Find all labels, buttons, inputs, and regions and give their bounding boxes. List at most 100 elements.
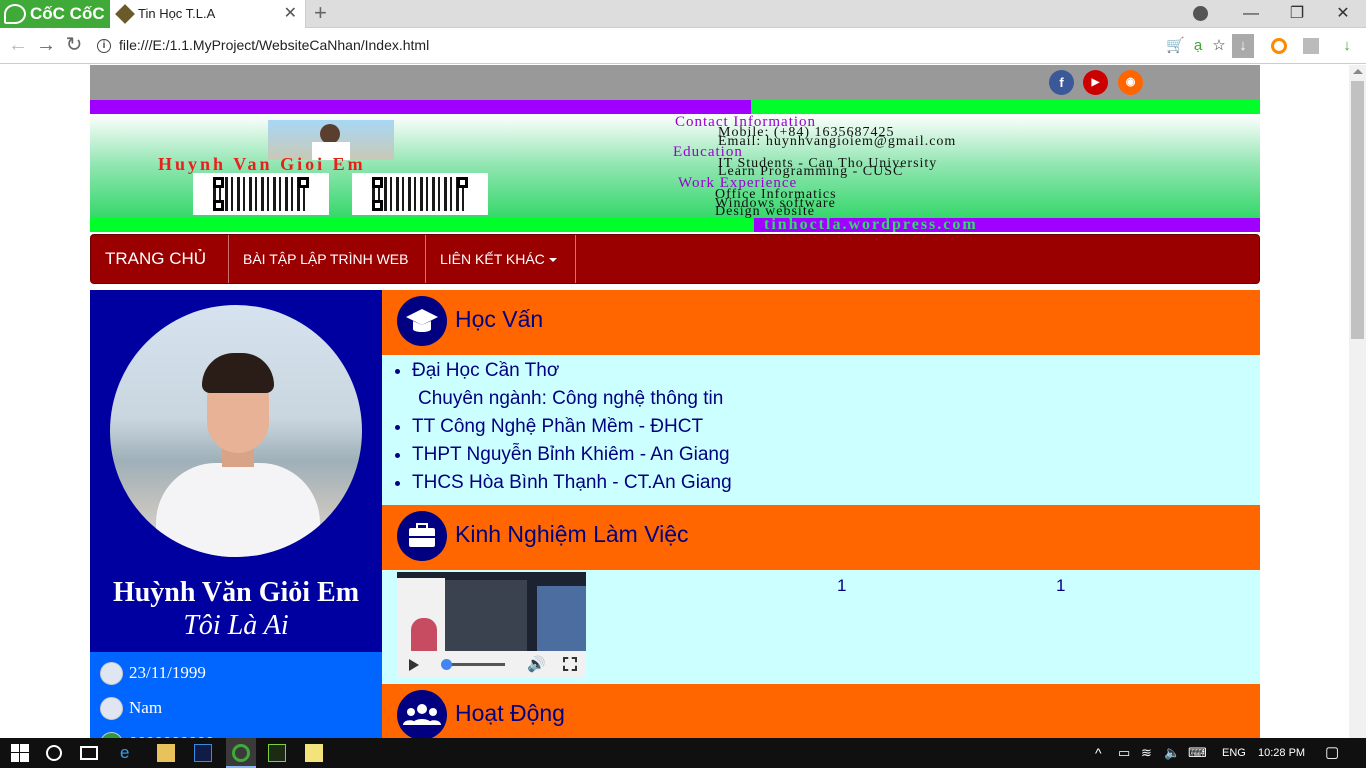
- download-icon[interactable]: ↓: [1338, 37, 1356, 55]
- main-content: Học Vấn Đại Học Cần Thơ Chuyên ngành: Cô…: [382, 290, 1260, 738]
- site-info-icon[interactable]: i: [97, 39, 111, 53]
- seek-handle[interactable]: [441, 659, 452, 670]
- notification-icon[interactable]: ▢: [1325, 738, 1339, 768]
- video-player[interactable]: 🔊: [397, 572, 586, 678]
- banner-site-url: tinhoctla.wordpress.com: [754, 218, 1260, 232]
- graduation-cap-icon: [397, 296, 447, 346]
- qr-code-1: [193, 173, 329, 215]
- tab-favicon-icon: [115, 4, 135, 24]
- activities-section-header: Hoạt Động: [382, 684, 1260, 738]
- coccoc-taskbar-button[interactable]: [226, 738, 256, 768]
- cart-icon[interactable]: 🛒: [1166, 37, 1185, 55]
- user-icon: [100, 697, 123, 720]
- phone-row: 0000000000: [100, 730, 214, 738]
- volume-icon[interactable]: 🔊: [527, 655, 546, 673]
- task-view-icon[interactable]: [80, 746, 98, 760]
- page-viewport: f ▶ ◉ Huynh Van Gioi Em Contact Informat…: [0, 65, 1349, 738]
- close-window-button[interactable]: ✕: [1320, 0, 1366, 28]
- minimize-button[interactable]: —: [1228, 0, 1274, 28]
- play-icon[interactable]: [409, 659, 419, 671]
- work-line-3: Design website: [715, 204, 815, 219]
- tab-close-icon[interactable]: ✕: [284, 0, 297, 28]
- cortana-icon[interactable]: [46, 745, 62, 761]
- edge-icon[interactable]: e: [120, 744, 138, 762]
- facebook-extension-icon[interactable]: [1303, 38, 1319, 54]
- tray-chevron-icon[interactable]: ^: [1095, 738, 1102, 768]
- dreamweaver-icon[interactable]: [268, 744, 286, 762]
- work-title: Kinh Nghiệm Làm Việc: [455, 521, 689, 547]
- seek-bar[interactable]: [443, 663, 505, 666]
- banner-bottom-stripe-green: [90, 218, 754, 232]
- list-item: Chuyên ngành: Công nghệ thông tin: [418, 388, 724, 409]
- scroll-up-icon[interactable]: [1353, 69, 1363, 74]
- nav-web-exercises[interactable]: BÀI TẬP LẬP TRÌNH WEB: [229, 235, 426, 283]
- coccoc-brand[interactable]: CốC CốC: [0, 0, 110, 28]
- main-navbar: TRANG CHỦ BÀI TẬP LẬP TRÌNH WEB LIÊN KẾT…: [90, 234, 1260, 284]
- bookmark-star-icon[interactable]: ☆: [1210, 37, 1228, 55]
- education-body: Đại Học Cần Thơ Chuyên ngành: Công nghệ …: [382, 355, 1260, 505]
- volume-tray-icon[interactable]: 🔈: [1164, 738, 1180, 768]
- profile-icon[interactable]: [1193, 6, 1208, 21]
- profile-info-box: 23/11/1999 Nam 0000000000: [90, 652, 382, 738]
- browser-tab-bar: CốC CốC Tin Học T.L.A ✕ + — ❐ ✕: [0, 0, 1366, 28]
- nav-home[interactable]: TRANG CHỦ: [91, 235, 229, 283]
- work-number-2: 1: [1056, 576, 1066, 595]
- restore-button[interactable]: ❐: [1274, 0, 1320, 28]
- birthday-value: 23/11/1999: [129, 663, 206, 682]
- taskbar-clock[interactable]: 10:28 PM: [1258, 738, 1305, 768]
- keyboard-icon[interactable]: ⌨: [1188, 738, 1207, 768]
- gender-value: Nam: [129, 698, 163, 717]
- notepad-icon[interactable]: [305, 744, 323, 762]
- browser-tab[interactable]: Tin Học T.L.A ✕: [110, 0, 306, 28]
- profile-tagline: Tôi Là Ai: [183, 610, 289, 641]
- banner-stripe-purple: [90, 100, 751, 114]
- back-button[interactable]: ←: [6, 34, 30, 58]
- education-title: Học Vấn: [455, 306, 544, 332]
- brand-label: CốC CốC: [30, 4, 105, 23]
- file-explorer-icon[interactable]: [157, 744, 175, 762]
- nav-other-links-label: LIÊN KẾT KHÁC: [440, 251, 545, 267]
- education-list: Đại Học Cần Thơ Chuyên ngành: Công nghệ …: [412, 357, 732, 497]
- gender-row: Nam: [100, 695, 162, 721]
- translate-icon[interactable]: ạ: [1189, 37, 1207, 55]
- battery-icon[interactable]: ▭: [1118, 738, 1130, 768]
- video-frame: [397, 572, 586, 654]
- new-tab-button[interactable]: +: [314, 0, 327, 26]
- header-banner: Huynh Van Gioi Em Contact Information Mo…: [90, 114, 1260, 218]
- reload-button[interactable]: ↻: [62, 34, 86, 58]
- list-item: THCS Hòa Bình Thạnh - CT.An Giang: [412, 469, 732, 497]
- contact-email: Email: huynhvangioiem@gmail.com: [718, 134, 957, 149]
- banner-stripe-green: [751, 100, 1260, 114]
- work-section-header: Kinh Nghiệm Làm Việc: [382, 505, 1260, 570]
- url-field[interactable]: file:///E:/1.1.MyProject/WebsiteCaNhan/I…: [119, 37, 429, 53]
- nav-other-links[interactable]: LIÊN KẾT KHÁC: [426, 235, 576, 283]
- coccoc-extension-icon[interactable]: [1271, 38, 1287, 54]
- activities-title: Hoạt Động: [455, 700, 565, 726]
- list-item: TT Công Nghệ Phần Mềm - ĐHCT: [412, 413, 732, 441]
- group-icon: [397, 690, 447, 738]
- rss-icon[interactable]: ◉: [1118, 70, 1143, 95]
- windows-start-icon[interactable]: [11, 744, 29, 762]
- list-item: Đại Học Cần Thơ: [412, 357, 732, 385]
- download-box-icon[interactable]: ↓: [1232, 34, 1254, 58]
- social-top-bar: f ▶ ◉: [90, 65, 1260, 100]
- coccoc-taskbar-icon: [232, 744, 250, 762]
- photoshop-icon[interactable]: [194, 744, 212, 762]
- caret-down-icon: [548, 258, 557, 263]
- education-section-header: Học Vấn: [382, 290, 1260, 355]
- work-number-1: 1: [837, 576, 847, 595]
- facebook-icon[interactable]: f: [1049, 70, 1074, 95]
- profile-name: Huỳnh Văn Giỏi Em: [112, 577, 360, 608]
- wifi-icon[interactable]: ≋: [1141, 738, 1152, 768]
- page-scrollbar[interactable]: [1349, 65, 1366, 738]
- fullscreen-icon[interactable]: [563, 657, 577, 671]
- youtube-icon[interactable]: ▶: [1083, 70, 1108, 95]
- profile-avatar: [110, 305, 362, 557]
- address-bar-row: ← → ↻ i file:///E:/1.1.MyProject/Website…: [0, 28, 1366, 64]
- profile-sidebar: Huỳnh Văn Giỏi Em Tôi Là Ai 23/11/1999 N…: [90, 290, 382, 738]
- briefcase-icon: [397, 511, 447, 561]
- language-indicator[interactable]: ENG: [1222, 738, 1246, 768]
- scroll-thumb[interactable]: [1351, 81, 1364, 339]
- forward-button[interactable]: →: [34, 34, 58, 58]
- work-body: 🔊 1 1: [382, 570, 1260, 684]
